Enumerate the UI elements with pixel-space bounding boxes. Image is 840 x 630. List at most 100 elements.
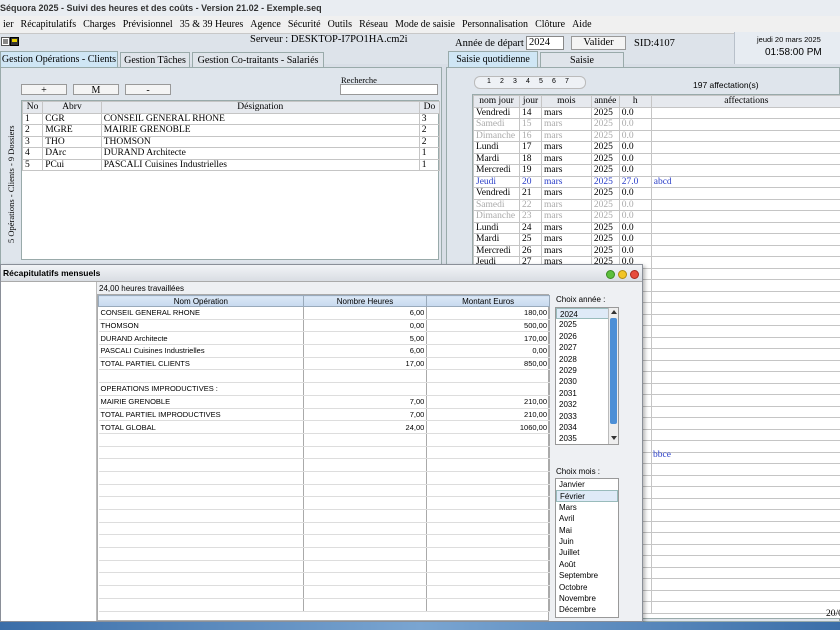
recap-row[interactable]: THOMSON 0,00 500,00: [98, 319, 550, 333]
daily-col-header[interactable]: h: [618, 95, 652, 108]
add-button[interactable]: +: [21, 84, 67, 96]
recap-row[interactable]: TOTAL GLOBAL 24,00 1060,00: [98, 420, 550, 434]
menu-item-1[interactable]: Récapitulatifs: [18, 16, 81, 30]
year-start-input[interactable]: 2024: [526, 36, 564, 50]
grid-icon[interactable]: [1, 37, 10, 46]
search-input[interactable]: [340, 84, 438, 95]
menu-item-2[interactable]: Charges: [80, 16, 120, 30]
month-option[interactable]: Mars: [556, 502, 618, 513]
day-cell: 0.0: [618, 233, 652, 246]
day-row[interactable]: Samedi 15 mars 2025 0.0: [473, 118, 840, 131]
table-row[interactable]: 4 DArc DURAND Architecte 1: [21, 147, 441, 160]
window-minimize-button[interactable]: [606, 270, 615, 279]
menu-item-8[interactable]: Réseau: [356, 16, 392, 30]
daily-col-header[interactable]: affectations: [650, 95, 840, 108]
recap-col-header[interactable]: Nombre Heures: [302, 295, 428, 307]
page-7-button[interactable]: 7: [565, 78, 569, 85]
validate-button[interactable]: Valider: [571, 36, 626, 50]
tab-cotraitants[interactable]: Gestion Co-traitants - Salariés: [192, 52, 324, 68]
month-option[interactable]: Juillet: [556, 547, 618, 558]
menu-item-10[interactable]: Personnalisation: [459, 16, 532, 30]
month-option[interactable]: Octobre: [556, 582, 618, 593]
recap-empty-cell: [303, 585, 428, 599]
day-cell: 0.0: [618, 164, 652, 177]
page-4-button[interactable]: 4: [526, 78, 530, 85]
recap-col-header[interactable]: Montant Euros: [426, 295, 550, 307]
day-row[interactable]: Vendredi 21 mars 2025 0.0: [473, 187, 840, 200]
recap-row[interactable]: PASCALI Cuisines Industrielles 6,00 0,00: [98, 344, 550, 358]
day-row[interactable]: Dimanche 16 mars 2025 0.0: [473, 129, 840, 142]
menu-item-7[interactable]: Outils: [325, 16, 356, 30]
daily-col-header[interactable]: nom jour: [473, 95, 520, 108]
menu-item-5[interactable]: Agence: [247, 16, 285, 30]
month-option[interactable]: Novembre: [556, 593, 618, 604]
month-option[interactable]: Février: [556, 490, 618, 502]
daily-col-header[interactable]: mois: [540, 95, 592, 108]
month-option[interactable]: Janvier: [556, 479, 618, 490]
day-row[interactable]: Vendredi 14 mars 2025 0.0: [473, 106, 840, 119]
recap-row[interactable]: CONSEIL GENERAL RHONE 6,00 180,00: [98, 306, 550, 320]
day-row[interactable]: Mardi 25 mars 2025 0.0: [473, 233, 840, 246]
scroll-up-icon[interactable]: [611, 310, 617, 314]
page-6-button[interactable]: 6: [552, 78, 556, 85]
menu-item-9[interactable]: Mode de saisie: [392, 16, 459, 30]
month-option[interactable]: Avril: [556, 513, 618, 524]
empty-cell: [650, 486, 840, 499]
clients-col-header[interactable]: Désignation: [100, 101, 420, 114]
tab-saisie-quotidienne[interactable]: Saisie quotidienne: [448, 51, 538, 67]
menu-item-0[interactable]: ier: [0, 16, 18, 30]
menu-item-6[interactable]: Sécurité: [285, 16, 325, 30]
extra-affectation[interactable]: bbce: [653, 450, 671, 460]
month-option[interactable]: Décembre: [556, 604, 618, 615]
day-cell: 16: [518, 129, 542, 142]
table-row[interactable]: 1 CGR CONSEIL GENERAL RHONE 3: [21, 112, 441, 125]
day-row[interactable]: Jeudi 20 mars 2025 27.0 abcd: [473, 175, 840, 188]
month-option[interactable]: Août: [556, 559, 618, 570]
month-option[interactable]: Juin: [556, 536, 618, 547]
modify-button[interactable]: M: [73, 84, 119, 96]
clients-col-header[interactable]: No: [21, 101, 44, 114]
month-option[interactable]: Mai: [556, 525, 618, 536]
clients-col-header[interactable]: Abrv: [42, 101, 102, 114]
daily-col-header[interactable]: jour: [518, 95, 542, 108]
window-close-button[interactable]: [630, 270, 639, 279]
recap-row[interactable]: TOTAL PARTIEL CLIENTS 17,00 850,00: [98, 357, 550, 371]
save-icon[interactable]: [10, 37, 19, 46]
tab-taches[interactable]: Gestion Tâches: [120, 52, 190, 68]
recap-col-header[interactable]: Nom Opération: [98, 295, 304, 307]
tab-saisie-hebdomadaire[interactable]: Saisie hebdomadaire: [540, 52, 624, 77]
table-row[interactable]: 5 PCui PASCALI Cuisines Industrielles 1: [21, 158, 441, 171]
day-row[interactable]: Lundi 17 mars 2025 0.0: [473, 141, 840, 154]
clients-col-header[interactable]: Do: [418, 101, 441, 114]
page-2-button[interactable]: 2: [500, 78, 504, 85]
month-option[interactable]: Septembre: [556, 570, 618, 581]
menu-item-11[interactable]: Clôture: [532, 16, 569, 30]
delete-button[interactable]: -: [125, 84, 171, 96]
page-5-button[interactable]: 5: [539, 78, 543, 85]
window-maximize-button[interactable]: [618, 270, 627, 279]
month-listbox[interactable]: Janvier Février Mars Avril Mai Juin Juillet Aoû…: [555, 478, 619, 618]
table-row[interactable]: 3 THO THOMSON 2: [21, 135, 441, 148]
day-row[interactable]: Dimanche 23 mars 2025 0.0: [473, 210, 840, 223]
page-3-button[interactable]: 3: [513, 78, 517, 85]
recap-row[interactable]: OPERATIONS IMPRODUCTIVES :: [98, 382, 550, 396]
day-row[interactable]: Mercredi 26 mars 2025 0.0: [473, 244, 840, 257]
page-1-button[interactable]: 1: [487, 78, 491, 85]
tab-operations-clients[interactable]: Gestion Opérations - Clients: [0, 51, 118, 67]
recap-row[interactable]: MAIRIE GRENOBLE 7,00 210,00: [98, 395, 550, 409]
day-row[interactable]: Mardi 18 mars 2025 0.0: [473, 152, 840, 165]
recap-row[interactable]: DURAND Architecte 5,00 170,00: [98, 331, 550, 346]
day-row[interactable]: Samedi 22 mars 2025 0.0: [473, 198, 840, 211]
daily-col-header[interactable]: année: [590, 95, 620, 108]
recap-row[interactable]: TOTAL PARTIEL IMPRODUCTIVES 7,00 210,00: [98, 408, 550, 422]
table-row[interactable]: 2 MGRE MAIRIE GRENOBLE 2: [21, 124, 441, 137]
recap-row[interactable]: [98, 369, 550, 384]
menu-item-4[interactable]: 35 & 39 Heures: [177, 16, 248, 30]
menu-item-3[interactable]: Prévisionnel: [120, 16, 177, 30]
day-row[interactable]: Lundi 24 mars 2025 0.0: [473, 221, 840, 234]
scroll-down-icon[interactable]: [611, 436, 617, 440]
day-row[interactable]: Mercredi 19 mars 2025 0.0: [473, 164, 840, 177]
scroll-thumb[interactable]: [610, 318, 617, 424]
menu-item-12[interactable]: Aide: [569, 16, 595, 30]
year-scrollbar[interactable]: [608, 308, 618, 444]
